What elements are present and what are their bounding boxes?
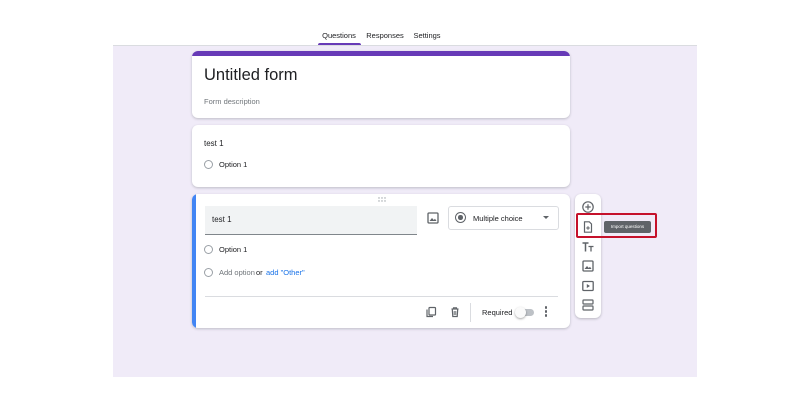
more-options-icon[interactable] — [544, 306, 548, 320]
tab-settings[interactable]: Settings — [410, 26, 444, 46]
or-label: or — [256, 268, 263, 277]
question-type-label: Multiple choice — [473, 214, 523, 223]
required-label: Required — [482, 308, 513, 317]
drag-handle-icon[interactable] — [378, 197, 386, 202]
question-title: test 1 — [204, 139, 224, 148]
image-icon[interactable] — [581, 259, 595, 273]
question-title-input[interactable] — [205, 206, 417, 235]
required-toggle-thumb[interactable] — [515, 307, 526, 318]
card-footer-divider — [205, 296, 558, 297]
video-icon[interactable] — [581, 279, 595, 293]
delete-icon[interactable] — [449, 306, 461, 318]
add-option-radio — [204, 268, 213, 277]
tab-responses[interactable]: Responses — [364, 26, 406, 46]
option-radio — [204, 245, 213, 254]
add-question-icon[interactable] — [581, 200, 595, 214]
add-other-link[interactable]: add "Other" — [266, 268, 305, 277]
duplicate-icon[interactable] — [425, 306, 437, 318]
footer-vertical-divider — [470, 303, 471, 322]
form-title[interactable]: Untitled form — [204, 66, 298, 85]
option-radio — [204, 160, 213, 169]
chevron-down-icon — [543, 216, 549, 219]
option-input[interactable]: Option 1 — [219, 245, 247, 254]
add-image-icon[interactable] — [426, 211, 440, 225]
section-icon[interactable] — [581, 298, 595, 312]
option-label: Option 1 — [219, 160, 248, 169]
tab-bar: Questions Responses Settings — [0, 26, 800, 46]
add-option-button[interactable]: Add option — [219, 268, 255, 277]
import-questions-tooltip: Import questions — [604, 221, 651, 233]
multiple-choice-icon — [455, 212, 466, 223]
title-text-icon[interactable] — [581, 240, 595, 254]
active-card-indicator — [192, 194, 196, 328]
form-description-field[interactable]: Form description — [204, 97, 260, 106]
title-card-accent-bar — [192, 51, 570, 56]
question-card[interactable]: test 1 — [192, 125, 570, 187]
question-title-input-value[interactable]: test 1 — [212, 215, 232, 224]
form-title-card[interactable]: Untitled form Form description — [192, 51, 570, 118]
